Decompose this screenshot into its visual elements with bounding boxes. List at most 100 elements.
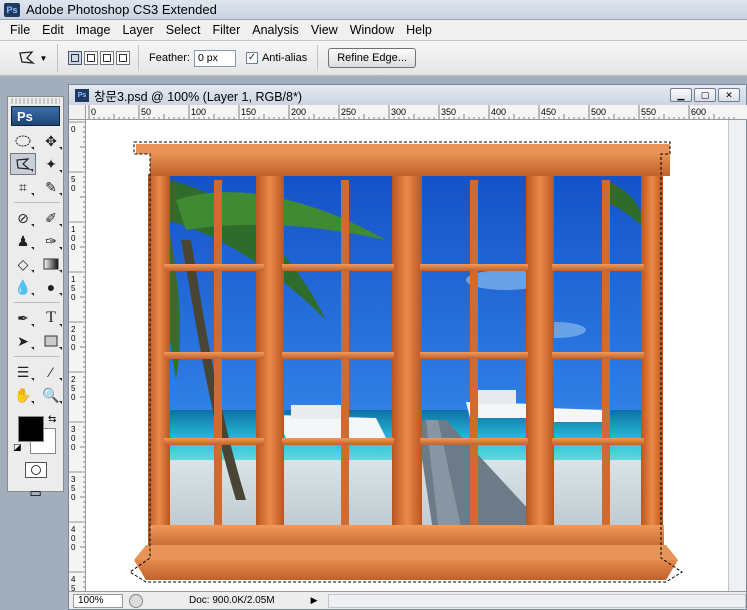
toolbox-logo[interactable]: Ps — [11, 106, 60, 126]
feather-label: Feather: — [149, 52, 190, 64]
vertical-ruler[interactable]: 050100150200250300350400450 — [69, 120, 86, 593]
ruler-h-label: 350 — [441, 107, 456, 117]
screen-mode-button[interactable]: ▭ — [23, 484, 49, 502]
path-selection-tool[interactable]: ➤ — [10, 330, 36, 352]
menu-view[interactable]: View — [305, 21, 344, 39]
menu-layer[interactable]: Layer — [116, 21, 159, 39]
ruler-h-label: 600 — [691, 107, 706, 117]
ruler-h-label: 250 — [341, 107, 356, 117]
clone-stamp-tool[interactable]: ♟ — [10, 230, 36, 252]
close-button[interactable]: ✕ — [718, 88, 740, 102]
quick-mask-icon — [30, 465, 41, 475]
ruler-h-label: 450 — [541, 107, 556, 117]
crop-tool[interactable]: ⌗ — [10, 176, 36, 198]
hand-tool[interactable]: ✋ — [10, 384, 36, 406]
marquee-tool[interactable] — [10, 130, 36, 152]
blur-tool[interactable]: 💧 — [10, 276, 36, 298]
gradient-tool[interactable] — [38, 253, 64, 275]
quick-mask-button[interactable] — [24, 462, 47, 478]
document-icon: Ps — [75, 88, 89, 102]
notes-tool[interactable]: ☰ — [10, 361, 36, 383]
slice-tool[interactable]: ✎ — [38, 176, 64, 198]
app-title-bar: Ps Adobe Photoshop CS3 Extended — [0, 0, 747, 20]
ruler-v-label: 0 — [71, 493, 76, 502]
foreground-color-swatch[interactable] — [18, 416, 44, 442]
anti-alias-checkbox[interactable]: ✓ — [245, 52, 258, 64]
horizontal-scrollbar[interactable] — [327, 593, 746, 608]
ruler-v-label: 5 — [71, 384, 76, 393]
brush-icon: ✐ — [45, 209, 57, 226]
ruler-v-label: 3 — [71, 475, 76, 484]
ruler-v-label: 1 — [71, 275, 76, 284]
default-colors-icon[interactable]: ◪ — [13, 442, 22, 453]
vertical-ruler-ticks: 050100150200250300350400450 — [69, 121, 85, 593]
notes-icon: ☰ — [16, 363, 30, 380]
zoom-level-field[interactable]: 100% — [73, 593, 123, 608]
eyedropper-tool[interactable]: ⁄ — [38, 361, 64, 383]
menu-image[interactable]: Image — [70, 21, 117, 39]
ruler-v-label: 0 — [71, 293, 76, 302]
stamp-icon: ♟ — [16, 232, 30, 249]
window-beach-image — [129, 141, 683, 583]
ruler-v-label: 0 — [71, 434, 76, 443]
feather-input[interactable] — [193, 49, 236, 67]
menu-help[interactable]: Help — [400, 21, 438, 39]
ruler-h-label: 400 — [491, 107, 506, 117]
bandage-icon: ⊘ — [17, 209, 29, 226]
lasso-tool[interactable] — [10, 153, 36, 175]
menu-analysis[interactable]: Analysis — [246, 21, 305, 39]
zoom-tool[interactable]: 🔍 — [38, 384, 64, 406]
magic-wand-tool[interactable]: ✦ — [38, 153, 64, 175]
refine-edge-button[interactable]: Refine Edge... — [328, 48, 416, 68]
menu-filter[interactable]: Filter — [206, 21, 246, 39]
ruler-v-label: 5 — [71, 484, 76, 493]
ruler-h-label: 300 — [391, 107, 406, 117]
move-tool[interactable]: ✥ — [38, 130, 64, 152]
add-to-selection-button[interactable] — [84, 51, 98, 65]
brush-tool[interactable]: ✐ — [38, 207, 64, 229]
ruler-v-label: 0 — [71, 184, 76, 193]
ruler-v-label: 0 — [71, 234, 76, 243]
toolbox-grip[interactable] — [11, 98, 60, 104]
ruler-v-label: 0 — [71, 443, 76, 452]
healing-brush-tool[interactable]: ⊘ — [10, 207, 36, 229]
subtract-from-selection-button[interactable] — [100, 51, 114, 65]
menu-select[interactable]: Select — [160, 21, 207, 39]
eraser-tool[interactable]: ◇ — [10, 253, 36, 275]
swap-colors-icon[interactable]: ⇆ — [48, 414, 56, 425]
status-menu-arrow-icon[interactable]: ▶ — [311, 595, 318, 606]
maximize-button[interactable]: ▢ — [694, 88, 716, 102]
canvas[interactable] — [86, 120, 728, 593]
pen-tool[interactable]: ✒ — [10, 307, 36, 329]
ruler-h-label: 200 — [291, 107, 306, 117]
tool-preset-picker[interactable]: ▼ — [8, 44, 58, 72]
polygonal-lasso-icon — [18, 51, 35, 64]
menu-edit[interactable]: Edit — [36, 21, 70, 39]
shape-tool[interactable] — [38, 330, 64, 352]
ruler-origin[interactable] — [69, 105, 86, 120]
eyedropper-icon: ⁄ — [49, 364, 53, 380]
menu-file[interactable]: File — [4, 21, 36, 39]
status-info-icon[interactable] — [129, 593, 143, 608]
minimize-button[interactable]: ▁ — [670, 88, 692, 102]
menu-window[interactable]: Window — [344, 21, 400, 39]
dodge-icon: ● — [46, 279, 56, 295]
new-selection-button[interactable] — [68, 51, 82, 65]
ruler-h-label: 50 — [141, 107, 151, 117]
history-brush-tool[interactable]: ✑ — [38, 230, 64, 252]
color-swatches: ⇆ ◪ — [12, 412, 59, 458]
intersect-selection-button[interactable] — [116, 51, 130, 65]
status-bar: 100% Doc: 900.0K/2.05M ▶ — [69, 591, 746, 609]
horizontal-ruler[interactable]: 0 50 100 150 200 250 300 350 400 450 500 550 600 — [86, 105, 747, 120]
ruler-v-label: 1 — [71, 225, 76, 234]
ruler-v-label: 0 — [71, 393, 76, 402]
ruler-v-label: 5 — [71, 284, 76, 293]
history-brush-icon: ✑ — [45, 232, 57, 249]
gradient-icon — [43, 258, 59, 270]
ruler-h-label: 150 — [241, 107, 256, 117]
document-title-bar[interactable]: Ps 창문3.psd @ 100% (Layer 1, RGB/8*) ▁ ▢ … — [69, 85, 746, 105]
vertical-scrollbar[interactable] — [728, 120, 746, 593]
dodge-tool[interactable]: ● — [38, 276, 64, 298]
polygonal-lasso-icon — [16, 158, 31, 170]
type-tool[interactable]: T — [38, 307, 64, 329]
